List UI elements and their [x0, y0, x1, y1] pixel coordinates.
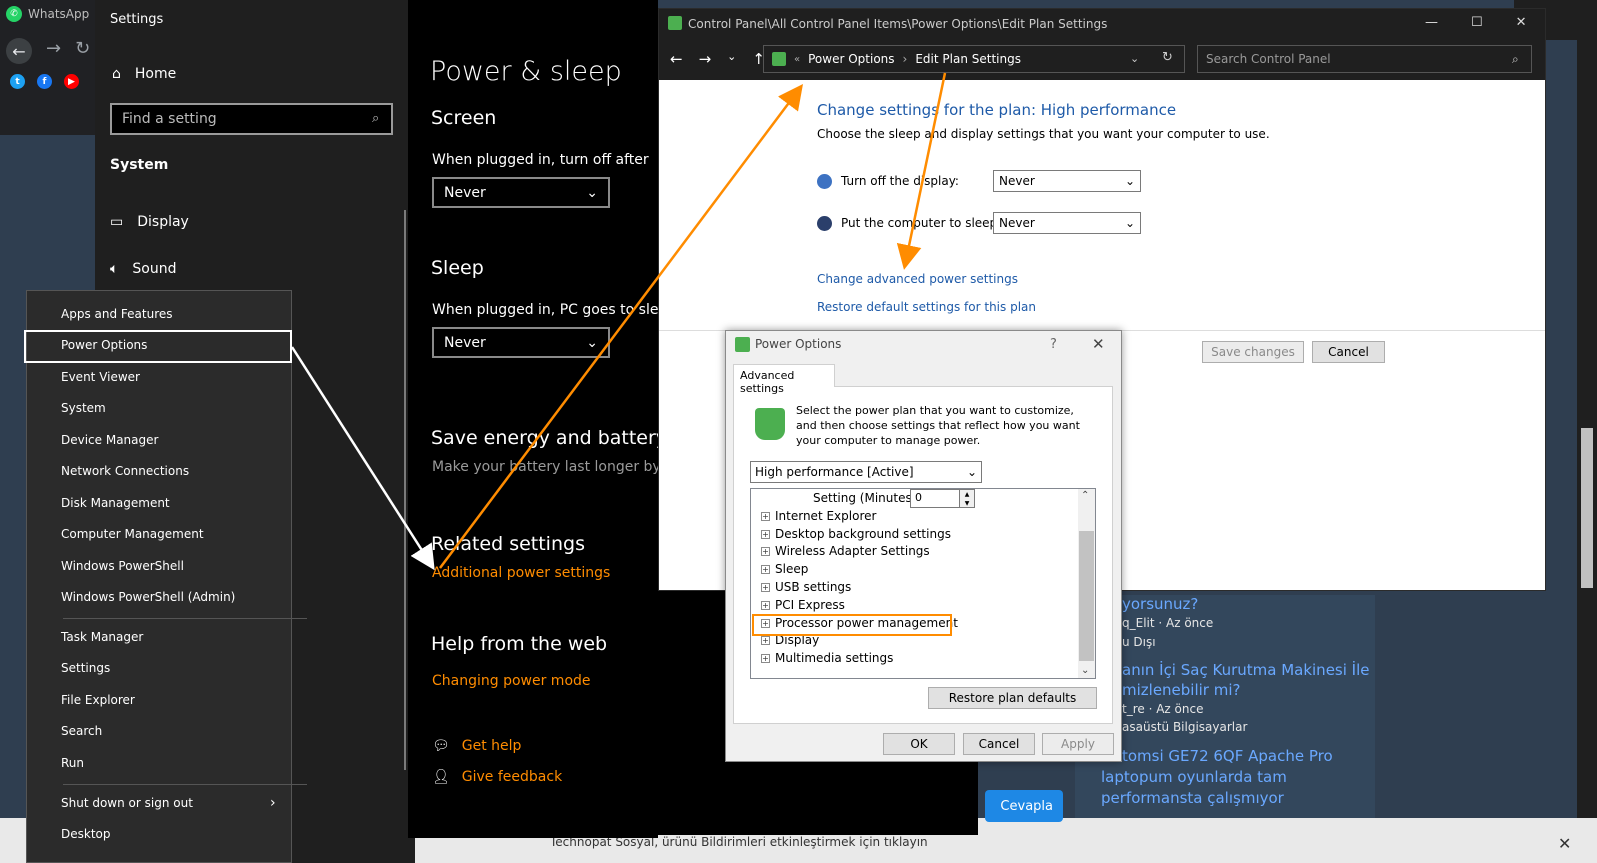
- annotation-arrows: [290, 72, 947, 571]
- arrow-settings-to-control-panel: [439, 84, 803, 569]
- arrow-power-options-to-settings: [290, 346, 435, 571]
- arrow-edit-plan-to-advanced: [896, 72, 947, 270]
